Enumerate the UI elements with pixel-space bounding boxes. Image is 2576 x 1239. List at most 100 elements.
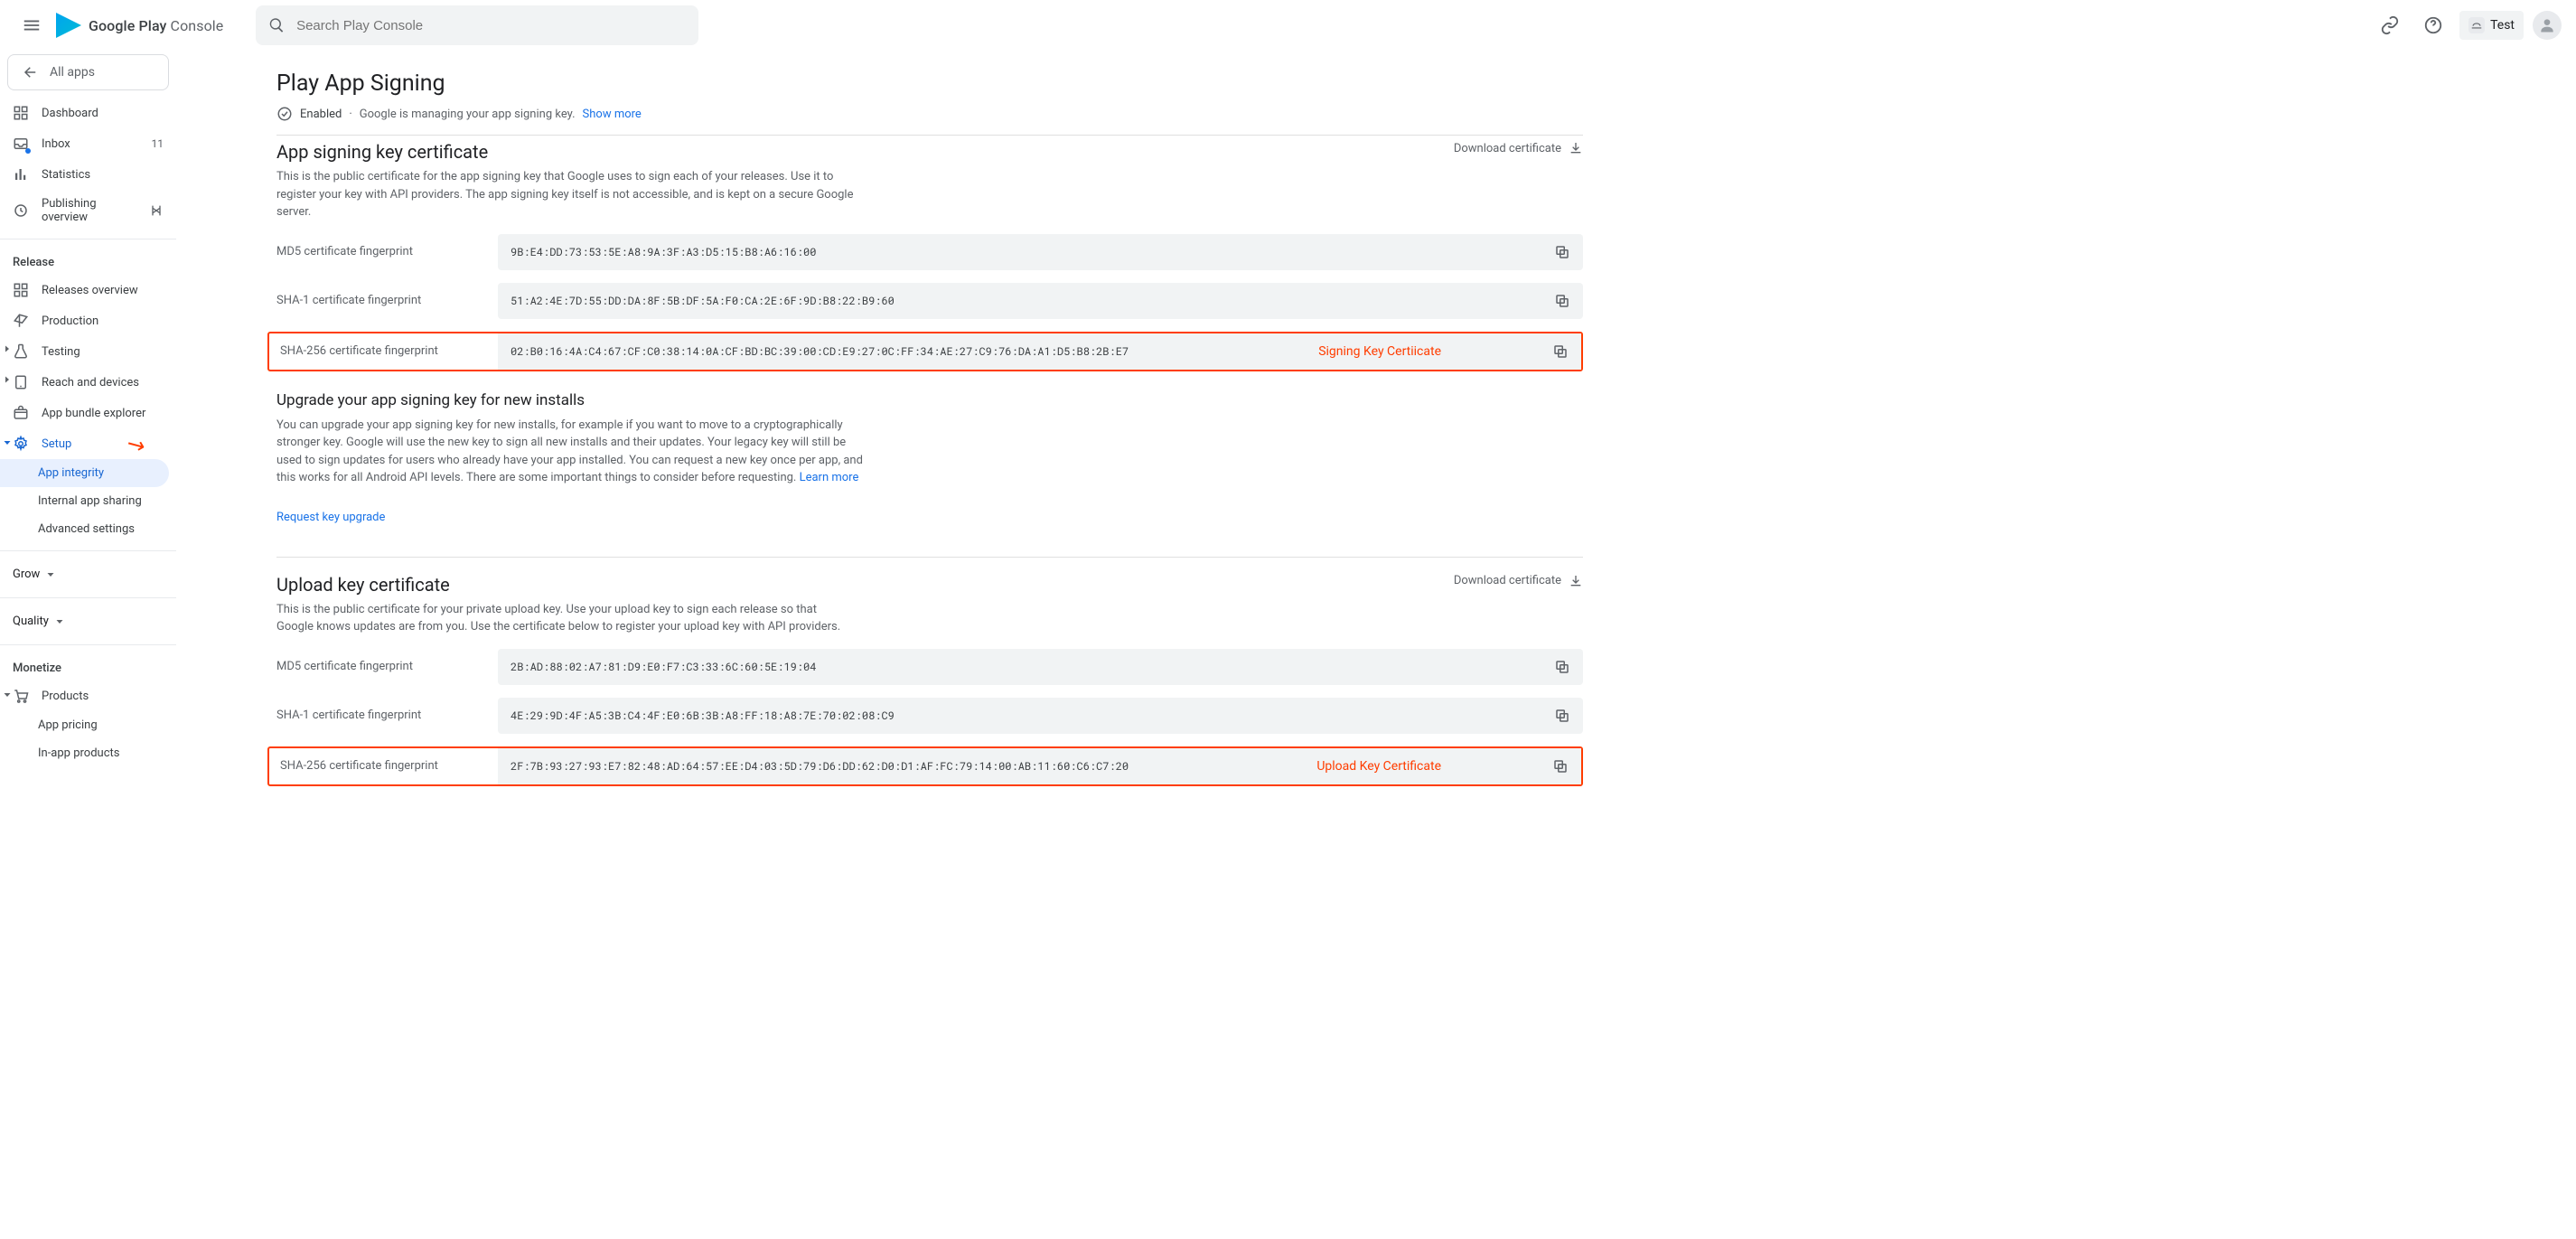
sidebar-item-statistics[interactable]: Statistics [0, 159, 176, 190]
request-key-upgrade-link[interactable]: Request key upgrade [276, 511, 385, 524]
upload-section-title: Upload key certificate [276, 574, 855, 596]
search-input[interactable] [296, 18, 686, 33]
chevron-down-icon [2, 437, 13, 448]
copy-button[interactable] [1549, 702, 1576, 729]
learn-more-link[interactable]: Learn more [800, 471, 859, 484]
copy-button[interactable] [1547, 338, 1574, 365]
managed-publishing-icon [149, 203, 164, 218]
person-icon [2538, 16, 2556, 34]
cart-icon [13, 688, 29, 704]
sidebar-item-advanced-settings[interactable]: Advanced settings [0, 515, 176, 543]
sidebar-section-grow[interactable]: Grow [0, 558, 176, 590]
status-enabled: Enabled [300, 108, 342, 121]
link-icon [2380, 15, 2400, 35]
chevron-down-icon [2, 690, 13, 700]
fp-label: MD5 certificate fingerprint [276, 660, 498, 673]
fp-label: MD5 certificate fingerprint [276, 245, 498, 258]
sidebar-item-dashboard[interactable]: Dashboard [0, 98, 176, 128]
signing-sha1-value: 51:A2:4E:7D:55:DD:DA:8F:5B:DF:5A:F0:CA:2… [511, 294, 1549, 308]
signing-sha1-row: SHA-1 certificate fingerprint 51:A2:4E:7… [276, 283, 1583, 319]
logo-text: Google Play Console [89, 17, 223, 34]
sidebar-item-publishing-overview[interactable]: Publishing overview [0, 190, 176, 231]
sidebar-item-inbox[interactable]: Inbox 11 [0, 128, 176, 159]
page-title: Play App Signing [276, 70, 1583, 97]
overview-icon [13, 282, 29, 298]
logo[interactable]: Google Play Console [56, 13, 223, 38]
upload-sha256-row-highlighted: SHA-256 certificate fingerprint 2F:7B:93… [267, 746, 1583, 786]
upload-md5-value: 2B:AD:88:02:A7:81:D9:E0:F7:C3:33:6C:60:5… [511, 660, 1549, 674]
sidebar-item-reach-devices[interactable]: Reach and devices [0, 367, 176, 398]
search-input-wrap[interactable] [256, 5, 698, 45]
upload-section-desc: This is the public certificate for your … [276, 601, 855, 636]
app-selector[interactable]: Test [2459, 11, 2524, 40]
upload-md5-row: MD5 certificate fingerprint 2B:AD:88:02:… [276, 649, 1583, 685]
upload-sha1-row: SHA-1 certificate fingerprint 4E:29:9D:4… [276, 698, 1583, 734]
fp-label: SHA-256 certificate fingerprint [269, 759, 498, 773]
sidebar-item-testing[interactable]: Testing [0, 336, 176, 367]
upload-sha1-value: 4E:29:9D:4F:A5:3B:C4:4F:E0:6B:3B:A8:FF:1… [511, 709, 1549, 723]
sidebar-item-app-integrity[interactable]: App integrity [0, 459, 169, 487]
sidebar-item-inapp-products[interactable]: In-app products [0, 739, 176, 767]
stats-icon [13, 166, 29, 183]
inbox-badge: 11 [152, 137, 164, 150]
sidebar-item-setup[interactable]: Setup [0, 428, 176, 459]
chevron-down-icon [54, 616, 65, 627]
hamburger-icon [22, 15, 42, 35]
upgrade-title: Upgrade your app signing key for new ins… [276, 391, 1583, 409]
download-icon [1569, 574, 1583, 588]
annotation-signing: Signing Key Certiicate [1318, 344, 1441, 359]
all-apps-label: All apps [50, 65, 95, 80]
download-upload-cert-button[interactable]: Download certificate [1454, 574, 1583, 588]
link-icon-button[interactable] [2373, 8, 2407, 42]
dashboard-icon [13, 105, 29, 121]
sidebar-item-releases-overview[interactable]: Releases overview [0, 275, 176, 305]
status-desc: Google is managing your app signing key. [360, 108, 576, 121]
copy-icon [1554, 659, 1570, 675]
sidebar-section-monetize: Monetize [0, 652, 176, 681]
copy-icon [1554, 244, 1570, 260]
production-icon [13, 313, 29, 329]
app-name: Test [2490, 18, 2515, 33]
gear-icon [13, 436, 29, 452]
signing-md5-row: MD5 certificate fingerprint 9B:E4:DD:73:… [276, 234, 1583, 270]
copy-button[interactable] [1549, 287, 1576, 314]
publishing-icon [13, 202, 29, 219]
download-signing-cert-button[interactable]: Download certificate [1454, 141, 1583, 155]
sidebar-item-app-bundle[interactable]: App bundle explorer [0, 398, 176, 428]
help-icon [2423, 15, 2443, 35]
fp-label: SHA-256 certificate fingerprint [269, 344, 498, 358]
copy-icon [1552, 343, 1569, 360]
sidebar-section-release: Release [0, 247, 176, 275]
fp-label: SHA-1 certificate fingerprint [276, 709, 498, 722]
show-more-link[interactable]: Show more [583, 108, 642, 121]
main-content: Play App Signing Enabled · Google is man… [177, 51, 1623, 822]
sidebar: All apps Dashboard Inbox 11 Statistics P… [0, 51, 177, 822]
arrow-left-icon [23, 64, 39, 80]
app-icon [2468, 17, 2485, 33]
signing-md5-value: 9B:E4:DD:73:53:5E:A8:9A:3F:A3:D5:15:B8:A… [511, 245, 1549, 259]
chevron-down-icon [45, 569, 56, 580]
help-icon-button[interactable] [2416, 8, 2450, 42]
play-icon [56, 13, 81, 38]
all-apps-button[interactable]: All apps [7, 54, 169, 90]
copy-button[interactable] [1547, 753, 1574, 780]
signing-section-desc: This is the public certificate for the a… [276, 168, 855, 221]
hamburger-menu-button[interactable] [14, 8, 49, 42]
search-icon [268, 16, 286, 34]
bundle-icon [13, 405, 29, 421]
sidebar-item-app-pricing[interactable]: App pricing [0, 711, 176, 739]
user-avatar[interactable] [2533, 11, 2562, 40]
sidebar-item-internal-sharing[interactable]: Internal app sharing [0, 487, 176, 515]
sidebar-item-production[interactable]: Production [0, 305, 176, 336]
copy-icon [1554, 708, 1570, 724]
copy-button[interactable] [1549, 653, 1576, 681]
download-icon [1569, 141, 1583, 155]
sidebar-section-quality[interactable]: Quality [0, 605, 176, 637]
copy-button[interactable] [1549, 239, 1576, 266]
annotation-upload: Upload Key Certificate [1316, 759, 1441, 774]
copy-icon [1552, 758, 1569, 774]
upgrade-desc: You can upgrade your app signing key for… [276, 417, 873, 487]
signing-section-title: App signing key certificate [276, 141, 855, 163]
testing-icon [13, 343, 29, 360]
sidebar-item-products[interactable]: Products [0, 681, 176, 711]
